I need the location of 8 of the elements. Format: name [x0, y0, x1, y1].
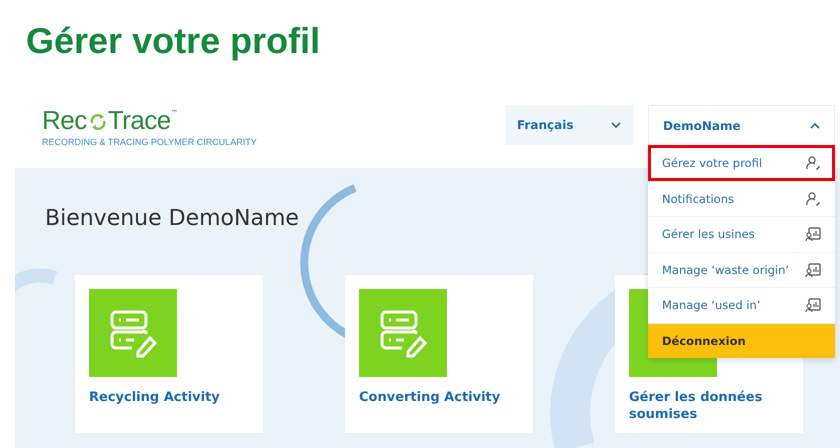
logo-name: Rec	[42, 104, 87, 136]
card-title: Converting Activity	[359, 389, 502, 406]
logo-tagline: RECORDING & TRACING POLYMER CIRCULARITY	[42, 137, 258, 147]
slide-title: Gérer votre profil	[25, 19, 322, 63]
card-title: Recycling Activity	[89, 389, 221, 406]
card-title: Gérer les données soumises	[629, 389, 764, 423]
welcome-heading: Bienvenue DemoName	[45, 206, 299, 231]
logo-name: Trace	[108, 104, 171, 136]
